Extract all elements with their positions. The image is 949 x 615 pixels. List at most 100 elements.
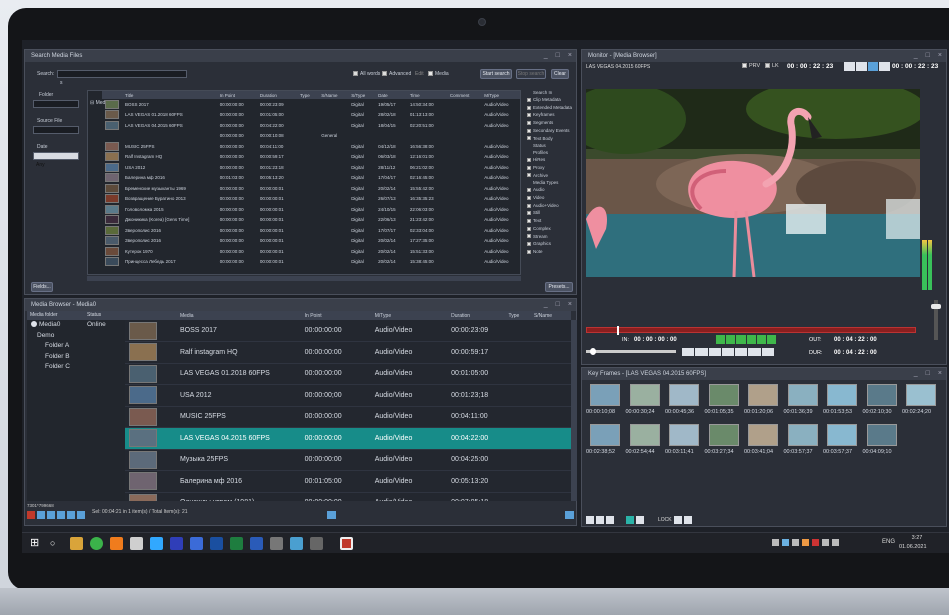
edit-tool-icon[interactable] [761, 348, 774, 356]
tree-item[interactable]: Folder B [27, 352, 125, 363]
view-icon[interactable] [47, 511, 55, 519]
notepad-icon[interactable] [130, 537, 143, 550]
presets-button[interactable]: Presets... [545, 282, 573, 292]
column-header[interactable]: M/Type [370, 311, 448, 320]
keyframe-thumbnail[interactable] [629, 384, 660, 406]
column-header[interactable]: Type [296, 91, 319, 99]
column-header[interactable]: M/Type [481, 91, 520, 99]
search-option[interactable]: Text [527, 218, 541, 223]
table-row[interactable]: Бременские музыканты 1969 00:00:00:00 00:0… [102, 183, 520, 194]
keyframe-thumbnail[interactable] [708, 384, 739, 406]
view-icon[interactable] [77, 511, 85, 519]
tree-item[interactable]: Demo [27, 331, 125, 342]
search-option[interactable]: Complex [527, 226, 551, 231]
app-icon[interactable] [270, 537, 283, 550]
after-effects-icon[interactable] [190, 537, 203, 550]
kf-tool-icon[interactable] [636, 516, 644, 524]
app-icon[interactable] [290, 537, 303, 550]
keyframe-thumbnail[interactable] [827, 424, 857, 446]
minimize-icon[interactable]: _ [544, 52, 548, 59]
volume-slider[interactable] [931, 300, 941, 340]
media-app-icon[interactable] [340, 537, 353, 550]
table-row[interactable]: LAS VEGAS 01.2018 60FPS 00:00:00:00 00:01:… [102, 110, 520, 121]
media-row[interactable]: BOSS 2017 00:00:00:00 Audio/Video 00:00:23:… [125, 320, 571, 342]
edit-tool-icon[interactable] [735, 348, 748, 356]
kf-tool-icon[interactable] [596, 516, 604, 524]
column-header[interactable]: Date [375, 91, 407, 99]
photoshop-icon[interactable] [150, 537, 163, 550]
tray-icon[interactable] [822, 539, 829, 546]
maximize-icon[interactable]: □ [926, 52, 930, 59]
search-option[interactable]: Audio+Video [527, 203, 559, 208]
vertical-scrollbar[interactable] [571, 320, 577, 501]
start-icon[interactable]: ⊞ [30, 537, 43, 550]
keyframe-thumbnail[interactable] [629, 424, 660, 446]
opt-edit[interactable]: Edit [415, 71, 424, 77]
step-back-icon[interactable] [726, 335, 736, 344]
playhead[interactable] [617, 326, 619, 335]
edit-tool-icon[interactable] [695, 348, 708, 356]
view-icon[interactable] [57, 511, 65, 519]
keyframe-thumbnail[interactable] [787, 424, 818, 446]
keyframe-thumbnail[interactable] [748, 384, 778, 406]
tool-button-icon[interactable] [879, 62, 890, 71]
kf-tool-icon[interactable] [586, 516, 594, 524]
keyframe-thumbnail[interactable] [787, 384, 818, 406]
table-row[interactable]: MUSIC 25FPS 00:00:00:00 00:04:11:00 Digital… [102, 141, 520, 152]
search-input[interactable]: s [57, 70, 187, 86]
media-row[interactable]: LAS VEGAS 01.2018 60FPS 00:00:00:00 Audio/… [125, 363, 571, 385]
table-row[interactable]: Ralf Instagram HQ 00:00:00:00 00:00:59:17 D… [102, 152, 520, 163]
lk-toggle[interactable]: LK [765, 63, 779, 69]
table-row[interactable]: LAS VEGAS 04.2015 60FPS 00:00:00:00 00:04:… [102, 120, 520, 131]
table-row[interactable]: Возвращение Буратино 2013 00:00:00:00 00:0… [102, 194, 520, 205]
keyframe-thumbnail[interactable] [827, 384, 857, 406]
file-explorer-icon[interactable] [70, 537, 83, 550]
date-select[interactable]: Any [33, 152, 79, 168]
search-option[interactable]: Extended Metadata [527, 105, 572, 110]
kf-tool-icon[interactable] [674, 516, 682, 524]
horizontal-scrollbar[interactable] [87, 276, 521, 281]
minimize-icon[interactable]: _ [914, 52, 918, 59]
keyframe-thumbnail[interactable] [669, 424, 699, 446]
arrow-icon[interactable] [565, 511, 574, 519]
kf-tool-icon[interactable] [606, 516, 614, 524]
stop-icon[interactable] [766, 335, 777, 344]
search-option[interactable]: Still [527, 210, 540, 215]
column-header[interactable]: Duration [447, 311, 505, 320]
media-row[interactable]: LAS VEGAS 04.2015 60FPS 00:00:00:00 Audio/… [125, 427, 571, 450]
maximize-icon[interactable]: □ [556, 52, 560, 59]
table-row[interactable]: Кутерок 1970 00:00:00:00 00:00:00:01 Digita… [102, 246, 520, 257]
table-row[interactable]: BOSS 2017 00:00:00:00 00:00:23:09 Digital 19… [102, 99, 520, 110]
keyframe-thumbnail[interactable] [708, 424, 739, 446]
tray-icon[interactable] [832, 539, 839, 546]
play-icon[interactable] [736, 335, 746, 344]
keyframe-thumbnail[interactable] [748, 424, 778, 446]
rewind-icon[interactable] [716, 335, 726, 344]
jog-handle[interactable] [590, 348, 596, 355]
search-option[interactable]: Archive [527, 173, 548, 178]
edit-tool-icon[interactable] [721, 348, 735, 356]
close-icon[interactable]: × [568, 301, 572, 308]
premiere-icon[interactable] [170, 537, 183, 550]
word-icon[interactable] [250, 537, 263, 550]
keyframe-thumbnail[interactable] [590, 384, 620, 406]
tree-item[interactable]: Folder C [27, 362, 125, 373]
maximize-icon[interactable]: □ [556, 301, 560, 308]
column-header[interactable]: S/Name [529, 311, 571, 320]
upload-icon[interactable] [327, 511, 336, 519]
column-header[interactable]: Media [175, 311, 301, 320]
opt-advanced[interactable]: Advanced [382, 71, 411, 77]
media-row[interactable]: Ralf instagram HQ 00:00:00:00 Audio/Video 0… [125, 341, 571, 364]
tray-icon[interactable] [802, 539, 809, 546]
maximize-icon[interactable]: □ [926, 370, 930, 377]
fast-forward-icon[interactable] [756, 335, 766, 344]
keyframe-thumbnail[interactable] [669, 384, 699, 406]
column-header[interactable]: Title [122, 91, 217, 99]
language-indicator[interactable]: ENG [882, 539, 895, 545]
tray-icon[interactable] [772, 539, 779, 546]
search-option[interactable]: Segments [527, 120, 553, 125]
app-icon[interactable] [310, 537, 323, 550]
step-forward-icon[interactable] [746, 335, 756, 344]
keyframe-thumbnail[interactable] [866, 424, 897, 446]
search-option[interactable]: Graphics [527, 241, 551, 246]
